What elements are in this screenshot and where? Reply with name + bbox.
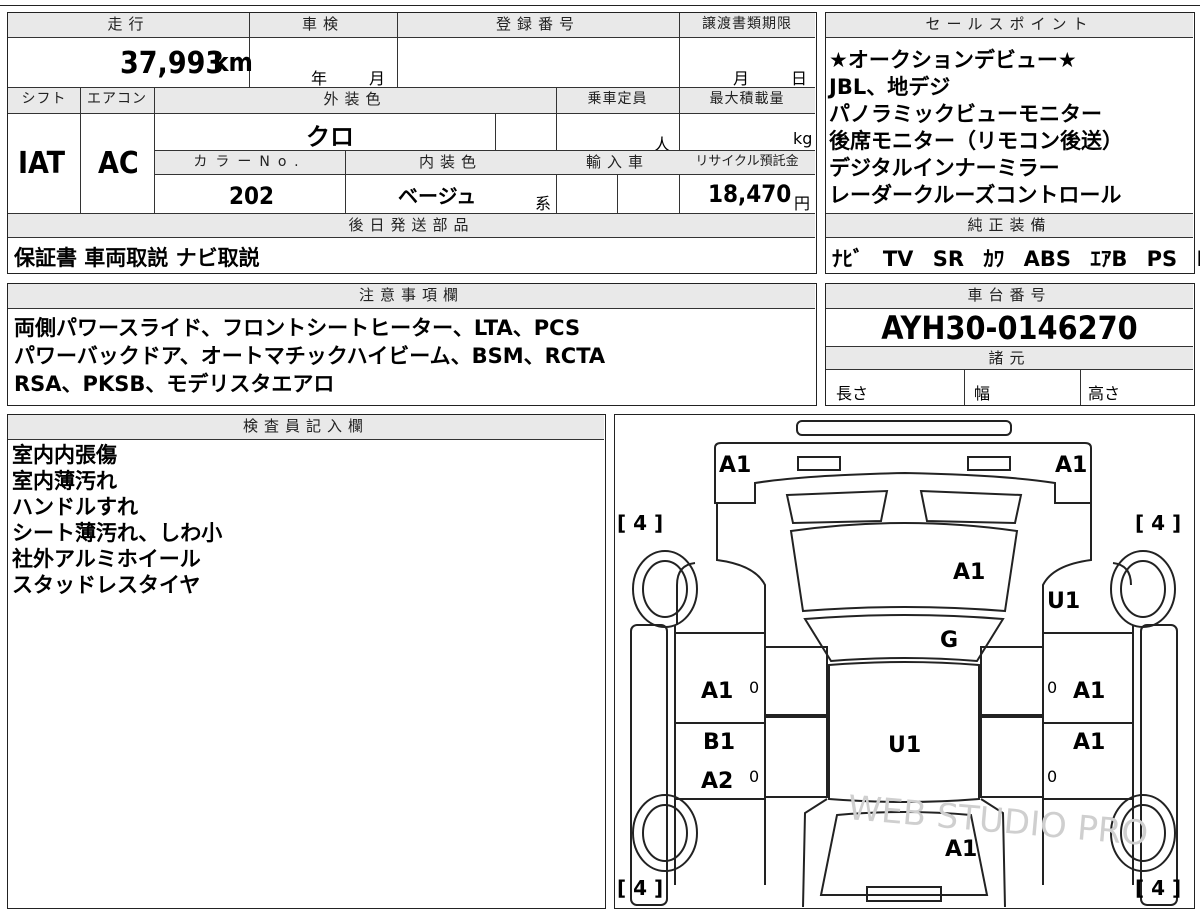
damage-front-right: A1 bbox=[1055, 453, 1088, 478]
damage-front-left: A1 bbox=[719, 453, 752, 478]
interior-color-header: 内装色 bbox=[345, 151, 556, 174]
inspector-header: 検査員記入欄 bbox=[8, 415, 604, 439]
max-load-header: 最大積載量 bbox=[679, 88, 815, 113]
equipment-item: ｴｱB bbox=[1090, 247, 1128, 271]
mileage-value: 37,993 bbox=[120, 46, 225, 81]
sales-point-line: 後席モニター（リモコン後送） bbox=[829, 129, 1123, 153]
interior-color-suffix: 系 bbox=[535, 194, 552, 213]
color-no-header: カラーNo. bbox=[155, 151, 345, 174]
ac-header: エアコン bbox=[80, 88, 154, 113]
inspector-line: 室内内張傷 bbox=[12, 443, 117, 467]
inspector-line: シート薄汚れ、しわ小 bbox=[12, 521, 223, 545]
front-bar bbox=[796, 420, 1012, 436]
damage-door-rl-1: B1 bbox=[703, 730, 736, 755]
transfer-header: 譲渡書類期限 bbox=[679, 13, 815, 37]
tire-rl-grade: [ 4 ] bbox=[617, 876, 664, 900]
equipment-item: ｶﾜ bbox=[983, 247, 1005, 271]
sales-points-list: ★オークションデビュー★ JBL、地デジ パノラミックビューモニター 後席モニタ… bbox=[829, 47, 1123, 209]
chassis-number: AYH30-0146270 bbox=[881, 309, 1138, 347]
windshield bbox=[803, 614, 1005, 663]
max-load-unit: kg bbox=[793, 129, 813, 148]
damage-diagram: WEB STUDIO PRO A1 A1 [ 4 ] [ 4 ] A1 U1 G… bbox=[614, 414, 1195, 909]
inspector-line: ハンドルすれ bbox=[12, 495, 138, 519]
sales-point-line: パノラミックビューモニター bbox=[829, 102, 1102, 126]
sales-point-line: レーダークルーズコントロール bbox=[829, 183, 1122, 207]
equipment-item: PS bbox=[1146, 247, 1178, 271]
top-strip bbox=[0, 0, 1200, 6]
damage-hood: A1 bbox=[953, 560, 986, 585]
transfer-day: 日 bbox=[791, 69, 808, 88]
equipment-header: 純正装備 bbox=[826, 214, 1193, 237]
registration-header: 登録番号 bbox=[397, 13, 679, 37]
inspector-line: 室内薄汚れ bbox=[12, 469, 117, 493]
equipment-item: TV bbox=[882, 247, 914, 271]
inspection-year: 年 bbox=[311, 69, 328, 88]
damage-roof: U1 bbox=[888, 733, 922, 758]
sales-point-line: ★オークションデビュー★ bbox=[829, 48, 1077, 72]
ac-value: AC bbox=[98, 146, 139, 181]
note-line: RSA、PKSB、モデリスタエアロ bbox=[14, 372, 335, 396]
notes-header: 注意事項欄 bbox=[8, 284, 815, 308]
damage-fender-right: U1 bbox=[1047, 589, 1081, 614]
sales-points-panel: セールスポイント ★オークションデビュー★ JBL、地デジ パノラミックビューモ… bbox=[825, 12, 1200, 274]
inspection-month: 月 bbox=[369, 69, 386, 88]
tire-fl-grade: [ 4 ] bbox=[617, 511, 664, 535]
sales-points-header: セールスポイント bbox=[826, 13, 1193, 37]
damage-rear: A1 bbox=[945, 837, 978, 862]
import-header: 輸入車 bbox=[556, 151, 679, 174]
exterior-color-value: クロ bbox=[306, 123, 354, 151]
recycle-header: リサイクル預託金 bbox=[679, 151, 815, 174]
door-rl-zero: 0 bbox=[749, 767, 760, 786]
shift-value: IAT bbox=[18, 146, 66, 181]
spec-width-label: 幅 bbox=[974, 384, 991, 403]
later-parts-value: 保証書 車両取説 ナビ取説 bbox=[14, 246, 260, 270]
damage-door-rl-2: A2 bbox=[701, 769, 734, 794]
tire-fr-grade: [ 4 ] bbox=[1135, 511, 1182, 535]
recycle-unit: 円 bbox=[794, 194, 811, 213]
inspector-line: スタッドレスタイヤ bbox=[12, 573, 201, 597]
mileage-header: 走行 bbox=[8, 13, 249, 37]
inspector-line: 社外アルミホイール bbox=[12, 547, 201, 571]
front-bumper bbox=[714, 442, 1092, 504]
recycle-value: 18,470 bbox=[708, 180, 792, 208]
equipment-item: ﾅﾋﾞ bbox=[832, 247, 864, 271]
notes-list: 両側パワースライド、フロントシートヒーター、LTA、PCS パワーバックドア、オ… bbox=[14, 314, 605, 398]
sales-point-line: JBL、地デジ bbox=[829, 75, 951, 99]
equipment-item: SR bbox=[932, 247, 964, 271]
note-line: 両側パワースライド、フロントシートヒーター、LTA、PCS bbox=[14, 316, 581, 340]
spec-height-label: 高さ bbox=[1088, 384, 1121, 403]
equipment-item: PW bbox=[1196, 247, 1200, 271]
interior-color-value: ベージュ bbox=[398, 184, 477, 208]
specs-header: 諸元 bbox=[826, 347, 1193, 369]
color-no-value: 202 bbox=[229, 182, 275, 210]
chassis-header: 車台番号 bbox=[826, 284, 1193, 308]
equipment-item: ABS bbox=[1023, 247, 1072, 271]
transfer-month: 月 bbox=[733, 69, 750, 88]
equipment-list: ﾅﾋﾞ TV SR ｶﾜ ABS ｴｱB PS PW bbox=[832, 243, 1200, 273]
sales-point-line: デジタルインナーミラー bbox=[829, 156, 1060, 180]
door-fl-zero: 0 bbox=[749, 678, 760, 697]
shift-header: シフト bbox=[8, 88, 80, 113]
damage-door-fl: A1 bbox=[701, 679, 734, 704]
damage-windshield: G bbox=[940, 628, 959, 653]
door-rr-zero: 0 bbox=[1047, 767, 1058, 786]
exterior-color-header: 外装色 bbox=[154, 88, 556, 113]
car-outline-diagram: WEB STUDIO PRO bbox=[630, 420, 1178, 907]
inspection-header: 車検 bbox=[249, 13, 397, 37]
inspector-list: 室内内張傷 室内薄汚れ ハンドルすれ シート薄汚れ、しわ小 社外アルミホイール … bbox=[12, 442, 222, 598]
roof bbox=[828, 661, 980, 803]
note-line: パワーバックドア、オートマチックハイビーム、BSM、RCTA bbox=[14, 344, 606, 368]
tire-rr-grade: [ 4 ] bbox=[1135, 876, 1182, 900]
damage-door-rr: A1 bbox=[1073, 730, 1106, 755]
damage-door-fr: A1 bbox=[1073, 679, 1106, 704]
notes-panel: 注意事項欄 両側パワースライド、フロントシートヒーター、LTA、PCS パワーバ… bbox=[7, 283, 817, 406]
later-parts-header: 後日発送部品 bbox=[8, 214, 815, 237]
door-fr-zero: 0 bbox=[1047, 678, 1058, 697]
spec-length-label: 長さ bbox=[836, 384, 869, 403]
vehicle-info-table: 走行 車検 登録番号 譲渡書類期限 37,993 km 年 月 月 日 シフト … bbox=[7, 12, 817, 274]
inspector-panel: 検査員記入欄 室内内張傷 室内薄汚れ ハンドルすれ シート薄汚れ、しわ小 社外ア… bbox=[7, 414, 606, 909]
mileage-unit: km bbox=[213, 48, 253, 78]
capacity-header: 乗車定員 bbox=[556, 88, 679, 113]
chassis-panel: 車台番号 AYH30-0146270 諸元 長さ 幅 高さ bbox=[825, 283, 1195, 406]
